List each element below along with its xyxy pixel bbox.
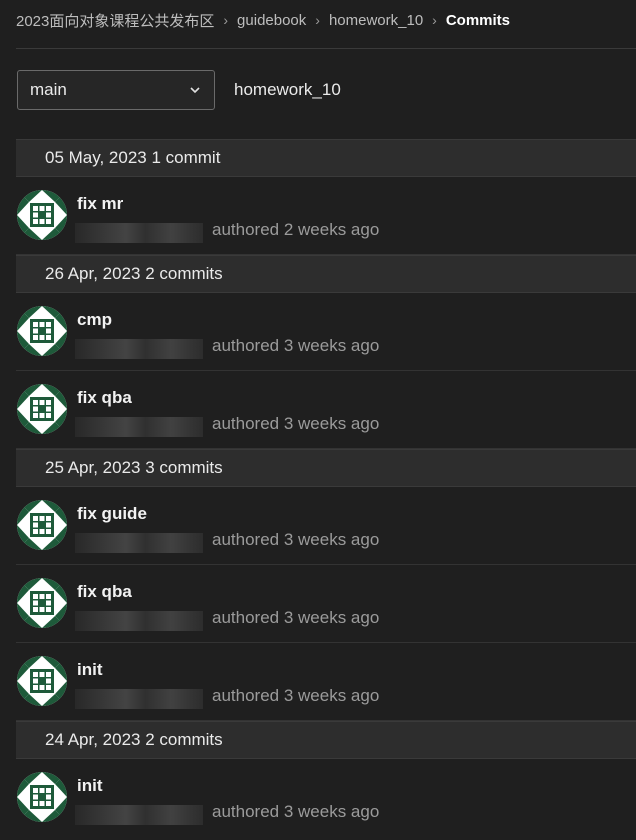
commit-title[interactable]: fix mr bbox=[77, 194, 123, 214]
branch-bar: main homework_10 bbox=[0, 49, 636, 111]
date-group-header: 26 Apr, 2023 2 commits bbox=[16, 255, 636, 293]
author-name-redacted bbox=[75, 417, 203, 437]
branch-dropdown[interactable]: main bbox=[17, 70, 215, 110]
date-group-header: 25 Apr, 2023 3 commits bbox=[16, 449, 636, 487]
breadcrumb-item-homework[interactable]: homework_10 bbox=[329, 12, 423, 29]
commit-title[interactable]: fix qba bbox=[77, 388, 132, 408]
commit-meta: authored 3 weeks ago bbox=[212, 336, 380, 355]
breadcrumb-item-guidebook[interactable]: guidebook bbox=[237, 12, 306, 29]
breadcrumb-item-commits: Commits bbox=[445, 11, 511, 29]
branch-dropdown-value: main bbox=[30, 80, 67, 99]
commit-list: 05 May, 2023 1 commit fix mr authored 2 … bbox=[0, 139, 636, 837]
commit-title[interactable]: fix qba bbox=[77, 582, 132, 602]
author-name-redacted bbox=[75, 611, 203, 631]
commit-row[interactable]: init authored 3 weeks ago bbox=[16, 643, 636, 721]
author-name-redacted bbox=[75, 339, 203, 359]
chevron-down-icon bbox=[190, 87, 200, 94]
author-name-redacted bbox=[75, 223, 203, 243]
commit-title[interactable]: cmp bbox=[77, 310, 112, 330]
commit-meta: authored 3 weeks ago bbox=[212, 608, 380, 627]
chevron-right-icon: › bbox=[432, 12, 437, 28]
commit-row[interactable]: fix guide authored 3 weeks ago bbox=[16, 487, 636, 565]
commit-row[interactable]: fix qba authored 3 weeks ago bbox=[16, 371, 636, 449]
commit-meta: authored 3 weeks ago bbox=[212, 414, 380, 433]
commit-row[interactable]: cmp authored 3 weeks ago bbox=[16, 293, 636, 371]
avatar[interactable] bbox=[17, 578, 67, 628]
commit-meta: authored 3 weeks ago bbox=[212, 686, 380, 705]
commit-row[interactable]: fix qba authored 3 weeks ago bbox=[16, 565, 636, 643]
avatar[interactable] bbox=[17, 306, 67, 356]
avatar[interactable] bbox=[17, 190, 67, 240]
commit-row[interactable]: fix mr authored 2 weeks ago bbox=[16, 177, 636, 255]
avatar[interactable] bbox=[17, 500, 67, 550]
commit-meta: authored 3 weeks ago bbox=[212, 530, 380, 549]
author-name-redacted bbox=[75, 805, 203, 825]
commit-title[interactable]: init bbox=[77, 660, 103, 680]
date-group-header: 24 Apr, 2023 2 commits bbox=[16, 721, 636, 759]
author-name-redacted bbox=[75, 533, 203, 553]
breadcrumb-item-course[interactable]: 2023面向对象课程公共发布区 bbox=[16, 10, 214, 31]
avatar[interactable] bbox=[17, 656, 67, 706]
author-name-redacted bbox=[75, 689, 203, 709]
commit-title[interactable]: fix guide bbox=[77, 504, 147, 524]
avatar[interactable] bbox=[17, 384, 67, 434]
commit-meta: authored 2 weeks ago bbox=[212, 220, 380, 239]
commit-row[interactable]: init authored 3 weeks ago bbox=[16, 759, 636, 837]
commit-meta: authored 3 weeks ago bbox=[212, 802, 380, 821]
chevron-right-icon: › bbox=[223, 12, 229, 28]
chevron-right-icon: › bbox=[315, 12, 320, 28]
date-group-header: 05 May, 2023 1 commit bbox=[16, 139, 636, 177]
avatar[interactable] bbox=[17, 772, 67, 822]
breadcrumb: 2023面向对象课程公共发布区 › guidebook › homework_1… bbox=[0, 0, 636, 49]
path-label: homework_10 bbox=[234, 80, 341, 99]
commit-title[interactable]: init bbox=[77, 776, 103, 796]
